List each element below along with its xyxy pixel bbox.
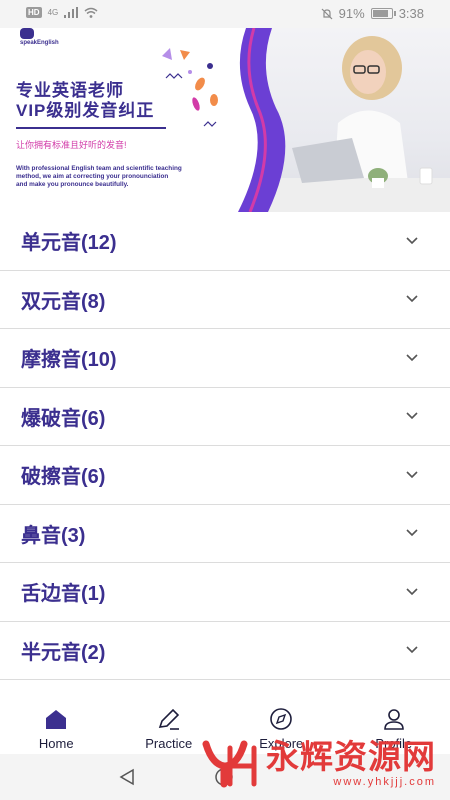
clock: 3:38	[398, 6, 424, 21]
compass-icon	[270, 708, 293, 730]
status-right: 91% 3:38	[321, 6, 424, 21]
category-label: 双元音(8)	[21, 290, 106, 313]
divider-line	[16, 127, 166, 129]
description-line: and make you pronounce beautifully.	[16, 181, 129, 188]
home-icon	[46, 710, 67, 729]
chevron-down-icon[interactable]	[406, 646, 418, 654]
promo-banner[interactable]: speakEnglish 专业英语老师 VIP级别发音纠正 让你拥有标准且好听的…	[0, 28, 450, 212]
watermark-logo	[202, 740, 257, 788]
category-item-laterals[interactable]: 舌边音(1)	[0, 563, 450, 622]
chevron-down-icon[interactable]	[406, 354, 418, 362]
category-label: 单元音(12)	[21, 232, 117, 255]
tab-home[interactable]: Home	[0, 690, 113, 754]
confetti-decoration	[162, 48, 218, 127]
watermark-text: 永辉资源网 www.yhkjjj.com	[266, 737, 436, 789]
chevron-down-icon[interactable]	[406, 295, 418, 303]
signal-icon	[64, 7, 79, 18]
phoneme-category-list: 单元音(12) 双元音(8) 摩擦音(10) 爆破音(6) 破擦音(6) 鼻音(…	[0, 212, 450, 680]
category-item-affricates[interactable]: 破擦音(6)	[0, 446, 450, 505]
chevron-down-icon[interactable]	[406, 529, 418, 537]
pencil-icon	[158, 708, 179, 730]
category-label: 舌边音(1)	[21, 583, 106, 606]
teacher-illustration	[260, 36, 450, 212]
status-bar: HD 4G 91% 3:38	[0, 0, 450, 28]
category-label: 半元音(2)	[21, 641, 106, 664]
person-icon	[383, 709, 404, 730]
chevron-down-icon[interactable]	[406, 471, 418, 479]
category-item-diphthongs[interactable]: 双元音(8)	[0, 271, 450, 329]
banner-headline-2: VIP级别发音纠正	[16, 101, 155, 120]
category-item-nasals[interactable]: 鼻音(3)	[0, 505, 450, 563]
battery-percent: 91%	[338, 6, 365, 21]
category-item-semivowels[interactable]: 半元音(2)	[0, 622, 450, 680]
mute-bell-icon	[321, 8, 333, 19]
category-label: 爆破音(6)	[21, 407, 106, 430]
tab-label: Home	[38, 736, 74, 751]
wifi-icon	[84, 7, 98, 18]
battery-icon	[370, 8, 396, 19]
banner-tagline: 让你拥有标准且好听的发音!	[16, 140, 127, 150]
category-label: 鼻音(3)	[21, 524, 86, 547]
description-line: With professional English team and scien…	[16, 165, 182, 172]
category-item-fricatives[interactable]: 摩擦音(10)	[0, 329, 450, 388]
chevron-down-icon[interactable]	[406, 237, 418, 245]
hd-badge: HD	[26, 7, 42, 18]
watermark-url: www.yhkjjj.com	[333, 776, 436, 788]
teacher-photo	[260, 28, 450, 212]
brand-name: speakEnglish	[20, 40, 59, 46]
category-label: 摩擦音(10)	[21, 349, 117, 372]
chevron-down-icon[interactable]	[406, 412, 418, 420]
category-item-monophthongs[interactable]: 单元音(12)	[0, 212, 450, 271]
chevron-down-icon[interactable]	[406, 588, 418, 596]
description-line: method, we aim at correcting your pronou…	[16, 173, 169, 180]
status-left: HD 4G	[26, 7, 98, 18]
category-label: 破擦音(6)	[21, 466, 106, 489]
watermark-name: 永辉资源网	[266, 737, 436, 776]
back-icon[interactable]	[118, 768, 136, 786]
purple-wave-decoration	[238, 28, 286, 212]
category-item-plosives[interactable]: 爆破音(6)	[0, 388, 450, 446]
brand-logo: speakEnglish	[20, 28, 59, 46]
chat-bubble-icon	[20, 28, 34, 39]
network-label: 4G	[47, 8, 59, 17]
banner-description: With professional English team and scien…	[16, 165, 226, 189]
tab-label: Practice	[145, 736, 193, 751]
watermark: 永辉资源网 www.yhkjjj.com	[200, 738, 436, 788]
